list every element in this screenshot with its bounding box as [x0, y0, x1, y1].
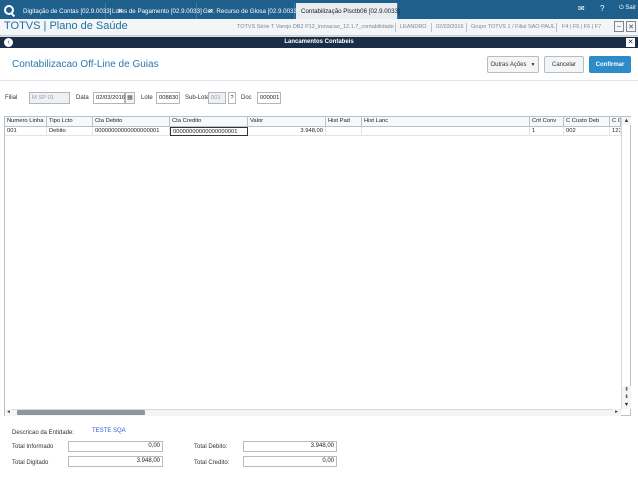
- home-icon[interactable]: [0, 0, 18, 19]
- table-cell[interactable]: 123: [610, 127, 621, 136]
- filial-label: Filial: [5, 95, 18, 101]
- header-divider: [395, 23, 396, 32]
- date-field[interactable]: 02/03/2016: [93, 92, 125, 104]
- filial-field[interactable]: M SP 01: [29, 92, 70, 104]
- column-header[interactable]: Hist Lanc: [362, 117, 530, 127]
- total-informado-field[interactable]: 0,00: [68, 441, 163, 452]
- column-header[interactable]: Hist Pad: [326, 117, 362, 127]
- scroll-left-icon[interactable]: ◂: [5, 409, 12, 416]
- scroll-last-icon[interactable]: ⇟: [622, 393, 631, 401]
- table-cell[interactable]: [362, 127, 530, 136]
- mail-icon[interactable]: ✉: [578, 4, 585, 13]
- header-divider: [556, 23, 557, 32]
- table-cell[interactable]: 00000000000000000001: [93, 127, 170, 136]
- scroll-up-icon[interactable]: ▲: [622, 117, 631, 125]
- total-digitado-field[interactable]: 3.948,00: [68, 456, 163, 467]
- branch-label: Grupo TOTVS 1 / Filial SAO PAUL: [471, 24, 556, 30]
- outras-acoes-button[interactable]: Outras Ações ▼: [487, 56, 539, 73]
- total-digitado-label: Total Digitado: [12, 460, 49, 466]
- column-header[interactable]: Cta Debito: [93, 117, 170, 127]
- table-cell-selected[interactable]: 00000000000000000001: [170, 127, 248, 136]
- minimize-icon[interactable]: –: [614, 21, 624, 32]
- table-cell[interactable]: 1: [530, 127, 564, 136]
- back-icon[interactable]: ‹: [4, 38, 13, 47]
- column-header[interactable]: Tipo Lcto: [47, 117, 93, 127]
- column-header[interactable]: Cta Credito: [170, 117, 248, 127]
- dialog-close-icon[interactable]: ✕: [626, 38, 635, 47]
- outras-acoes-label: Outras Ações: [490, 61, 527, 68]
- close-window-icon[interactable]: ✕: [626, 21, 636, 32]
- date-label: 02/03/2016: [436, 24, 464, 30]
- scroll-right-icon[interactable]: ▸: [613, 409, 620, 416]
- data-label: Data: [76, 95, 89, 101]
- logout-label: Sair: [625, 5, 637, 11]
- brand-title: TOTVS | Plano de Saúde: [4, 20, 128, 32]
- cancel-button[interactable]: Cancelar: [544, 56, 584, 73]
- total-credito-label: Total Credito:: [194, 460, 230, 466]
- lote-label: Lote: [141, 95, 153, 101]
- help-icon[interactable]: ?: [600, 4, 604, 13]
- scroll-down-icon[interactable]: ▼: [622, 401, 631, 409]
- table-cell[interactable]: Debito: [47, 127, 93, 136]
- user-label: LEANDRO: [400, 24, 427, 30]
- dialog-title: Lancamentos Contabeis: [0, 37, 638, 48]
- column-header[interactable]: Crit Conv: [530, 117, 564, 127]
- tab-label: Contabilização Plsctb06 [02.9.0033]: [301, 7, 400, 15]
- lookup-help-icon[interactable]: ?: [228, 92, 236, 104]
- descricao-label: Descricao da Entidade:: [12, 430, 75, 436]
- page-title: Contabilizacao Off-Line de Guias: [12, 59, 159, 70]
- header-divider: [466, 23, 467, 32]
- tab-lotes-pagamento[interactable]: Lotes de Pagamento [02.9.0033] ✕: [107, 3, 213, 19]
- close-tab-icon[interactable]: ✕: [406, 7, 411, 15]
- sublote-label: Sub-Lote: [185, 95, 210, 101]
- tab-contabilizacao[interactable]: Contabilização Plsctb06 [02.9.0033] ✕: [296, 3, 411, 19]
- divider: [0, 80, 638, 81]
- shortcuts-label: F4 | F5 | F6 | F7: [562, 24, 602, 30]
- chevron-down-icon: ▼: [530, 61, 536, 68]
- table-cell[interactable]: [326, 127, 362, 136]
- vertical-scrollbar[interactable]: ▲ ⇞ ⇟ ▼: [621, 117, 631, 409]
- descricao-value: TESTE SQA: [92, 428, 126, 434]
- calendar-icon[interactable]: ▦: [125, 92, 135, 104]
- total-informado-label: Total Informado: [12, 444, 54, 450]
- column-header[interactable]: Valor: [248, 117, 326, 127]
- doc-label: Doc: [241, 95, 252, 101]
- column-header[interactable]: C Custo Deb: [564, 117, 610, 127]
- tab-recurso-glosa[interactable]: Ger. Recurso de Glosa [02.9.0033]✕: [198, 3, 310, 19]
- table-cell[interactable]: 3.948,00: [248, 127, 326, 136]
- column-header[interactable]: C C: [610, 117, 621, 127]
- horizontal-scroll-thumb[interactable]: [17, 410, 145, 415]
- header-divider: [431, 23, 432, 32]
- total-debito-field[interactable]: 3.948,00: [243, 441, 337, 452]
- doc-field[interactable]: 000001: [257, 92, 281, 104]
- tab-label: Lotes de Pagamento [02.9.0033]: [112, 7, 202, 15]
- total-debito-label: Total Debito:: [194, 444, 228, 450]
- confirm-button[interactable]: Confirmar: [589, 56, 631, 73]
- tab-label: Digitação de Contas [02.9.0033]: [23, 7, 112, 15]
- tab-digitacao-contas[interactable]: Digitação de Contas [02.9.0033] ✕: [18, 3, 123, 19]
- sublote-field[interactable]: 001: [208, 92, 226, 104]
- tab-label: Ger. Recurso de Glosa [02.9.0033]: [203, 7, 299, 15]
- environment-label: TOTVS Série T Varejo DB2 P12_inovacao_12…: [237, 24, 394, 30]
- logout-button[interactable]: ⏻ Sair: [619, 5, 636, 12]
- table-cell[interactable]: 002: [564, 127, 610, 136]
- entries-grid: [4, 116, 631, 416]
- lote-field[interactable]: 008830: [156, 92, 180, 104]
- total-credito-field[interactable]: 0,00: [243, 456, 337, 467]
- column-header[interactable]: Numero Linha: [5, 117, 47, 127]
- table-cell[interactable]: 001: [5, 127, 47, 136]
